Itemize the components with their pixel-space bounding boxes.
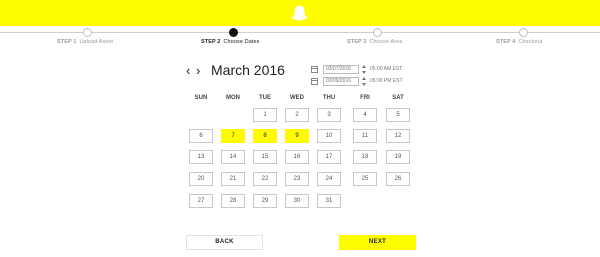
chevron-left-icon[interactable]: ‹ <box>186 64 196 77</box>
step-2-text: Choose Dates <box>223 39 260 45</box>
day-cell-24[interactable]: 24 <box>317 172 341 186</box>
day-cell-11[interactable]: 11 <box>353 129 377 143</box>
month-title: March 2016 <box>211 62 285 78</box>
step-2-dot <box>229 28 238 37</box>
step-progress: STEP 1 Upload Asset STEP 2 Choose Dates ST… <box>0 26 600 50</box>
start-range: 03/07/2016 05:00 AM EST <box>311 64 402 74</box>
day-cell-10[interactable]: 10 <box>317 129 341 143</box>
start-date-field[interactable]: 03/07/2016 <box>323 64 359 74</box>
end-date-field[interactable]: 03/09/2016 <box>323 76 359 86</box>
day-cell-29[interactable]: 29 <box>253 194 277 208</box>
weekday-thu: THU <box>322 95 336 101</box>
day-cell-27[interactable]: 27 <box>189 194 213 208</box>
day-cell-2[interactable]: 2 <box>285 108 309 122</box>
calendar-icon <box>311 65 318 73</box>
step-4-text: Checkout <box>518 39 543 45</box>
step-1-text: Upload Asset <box>79 39 114 45</box>
end-time[interactable]: 05:00 PM EST <box>370 78 403 84</box>
weekday-sun: SUN <box>194 95 208 101</box>
weekday-wed: WED <box>290 95 304 101</box>
step-4-number: STEP 4 <box>496 39 516 45</box>
end-time-stepper-icon[interactable] <box>362 76 367 86</box>
day-cell-9[interactable]: 9 <box>285 129 309 143</box>
back-button[interactable]: BACK <box>186 235 263 250</box>
day-cell-4[interactable]: 4 <box>353 108 377 122</box>
step-4-dot <box>519 28 528 37</box>
top-bar <box>0 0 600 26</box>
day-cell-21[interactable]: 21 <box>221 172 245 186</box>
day-cell-20[interactable]: 20 <box>189 172 213 186</box>
end-range: 03/09/2016 05:00 PM EST <box>311 76 403 86</box>
day-cell-7[interactable]: 7 <box>221 129 245 143</box>
step-1-dot <box>83 28 92 37</box>
next-button[interactable]: NEXT <box>339 235 416 250</box>
start-time-stepper-icon[interactable] <box>362 64 367 74</box>
day-cell-16[interactable]: 16 <box>285 150 309 164</box>
day-cell-19[interactable]: 19 <box>386 150 410 164</box>
day-cell-26[interactable]: 26 <box>386 172 410 186</box>
step-3-number: STEP 3 <box>347 39 367 45</box>
day-cell-8[interactable]: 8 <box>253 129 277 143</box>
weekday-mon: MON <box>226 95 240 101</box>
day-cell-15[interactable]: 15 <box>253 150 277 164</box>
step-4-label: STEP 4 Checkout <box>496 39 543 45</box>
step-2-label: STEP 2 Choose Dates <box>201 39 260 45</box>
start-time[interactable]: 05:00 AM EST <box>370 66 402 72</box>
calendar-icon <box>311 77 318 85</box>
day-cell-22[interactable]: 22 <box>253 172 277 186</box>
weekday-sat: SAT <box>392 95 404 101</box>
day-cell-30[interactable]: 30 <box>285 194 309 208</box>
day-cell-3[interactable]: 3 <box>317 108 341 122</box>
day-cell-18[interactable]: 18 <box>353 150 377 164</box>
day-cell-13[interactable]: 13 <box>189 150 213 164</box>
ghost-icon <box>291 5 308 21</box>
day-cell-17[interactable]: 17 <box>317 150 341 164</box>
chevron-right-icon[interactable]: › <box>196 64 206 77</box>
step-1-number: STEP 1 <box>57 39 77 45</box>
day-cell-1[interactable]: 1 <box>253 108 277 122</box>
step-3-text: Choose Area <box>369 39 403 45</box>
day-cell-31[interactable]: 31 <box>317 194 341 208</box>
day-cell-12[interactable]: 12 <box>386 129 410 143</box>
step-3-label: STEP 3 Choose Area <box>347 39 402 45</box>
day-cell-25[interactable]: 25 <box>353 172 377 186</box>
day-cell-6[interactable]: 6 <box>189 129 213 143</box>
month-navigation: ‹ › March 2016 <box>186 60 285 80</box>
step-2-number: STEP 2 <box>201 39 221 45</box>
day-cell-28[interactable]: 28 <box>221 194 245 208</box>
weekday-tue: TUE <box>259 95 271 101</box>
step-3-dot <box>373 28 382 37</box>
day-cell-5[interactable]: 5 <box>386 108 410 122</box>
weekday-fri: FRI <box>360 95 370 101</box>
day-cell-14[interactable]: 14 <box>221 150 245 164</box>
step-1-label: STEP 1 Upload Asset <box>57 39 113 45</box>
day-cell-23[interactable]: 23 <box>285 172 309 186</box>
